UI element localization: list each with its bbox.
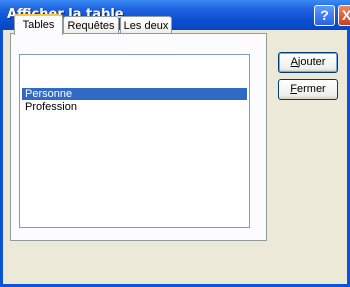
close-icon: X	[341, 7, 350, 23]
help-button[interactable]: ?	[314, 5, 335, 26]
help-icon: ?	[320, 7, 329, 23]
tab-label: Les deux	[123, 20, 169, 32]
tab-label: Tables	[22, 19, 55, 31]
add-button-label: jouter	[297, 56, 326, 68]
list-item[interactable]: Profession	[22, 101, 77, 113]
close-button[interactable]: Fermer	[278, 79, 338, 100]
close-button-label: ermer	[297, 83, 326, 95]
close-window-button[interactable]: X	[338, 5, 350, 26]
table-listbox[interactable]: Personne Profession	[19, 54, 250, 228]
close-button-mnemonic: F	[290, 83, 297, 95]
add-button-mnemonic: A	[290, 56, 298, 68]
list-item[interactable]: Personne	[22, 88, 247, 100]
add-button[interactable]: Ajouter	[278, 52, 338, 73]
tab-tables[interactable]: Tables	[14, 14, 63, 35]
tab-label: Requêtes	[67, 20, 115, 32]
